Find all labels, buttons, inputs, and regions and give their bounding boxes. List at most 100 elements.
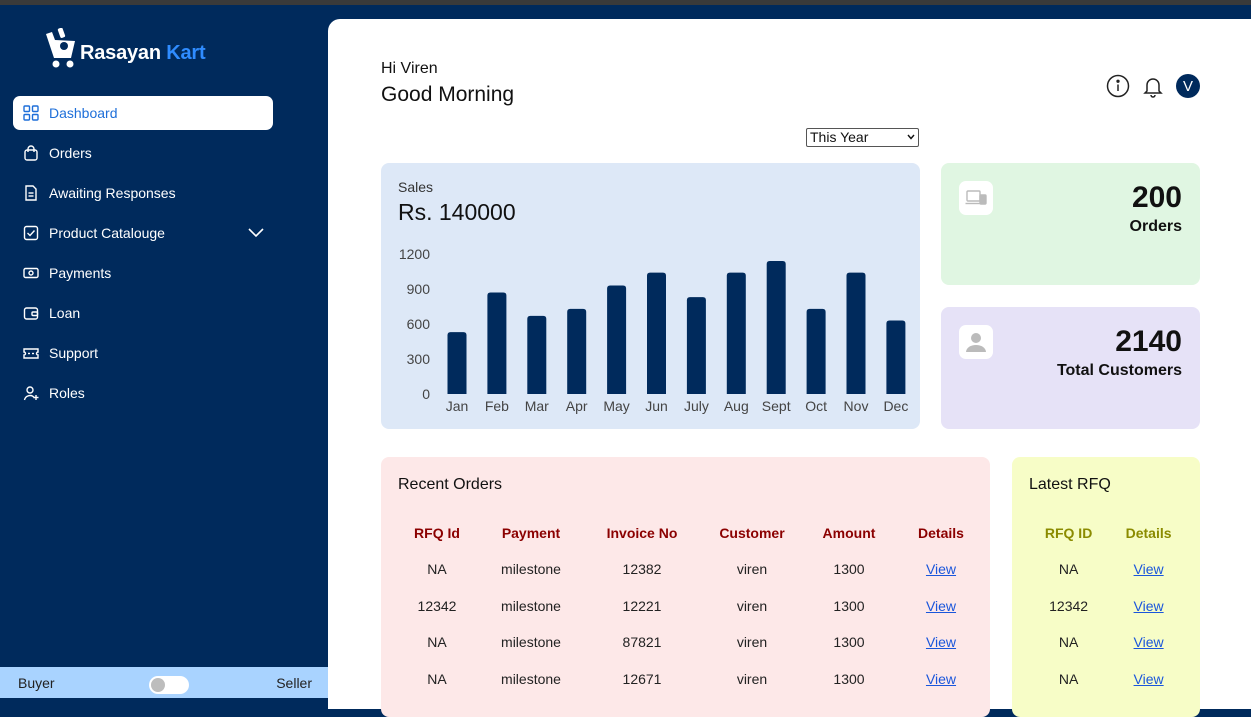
view-link[interactable]: View: [926, 671, 956, 687]
latest-rfq-panel: Latest RFQ RFQ ID Details NA View 12342 View…: [1012, 457, 1200, 717]
money-icon: [22, 264, 40, 282]
bar-feb[interactable]: [487, 292, 507, 395]
customers-label: Total Customers: [1056, 362, 1182, 379]
bar-july[interactable]: [686, 297, 706, 394]
view-link[interactable]: View: [926, 598, 956, 614]
bar-apr[interactable]: [567, 308, 587, 394]
details-cell: View: [1111, 588, 1186, 625]
bar-jan[interactable]: [447, 332, 467, 394]
recent-orders-table: RFQ Id Payment Invoice No Customer Amount Det…: [389, 515, 981, 697]
details-cell: View: [901, 588, 981, 625]
bar-aug[interactable]: [726, 272, 746, 394]
view-link[interactable]: View: [926, 561, 956, 577]
y-tick-label: 600: [407, 316, 431, 332]
bell-icon[interactable]: [1141, 74, 1165, 98]
view-link[interactable]: View: [926, 634, 956, 650]
table-cell: 1300: [833, 670, 865, 687]
bar-jun[interactable]: [647, 272, 666, 394]
sidebar-item-label: Awaiting Responses: [49, 185, 176, 201]
details-cell: View: [901, 551, 981, 588]
sidebar-item-label: Product Catalouge: [49, 225, 165, 241]
period-select[interactable]: This Year: [806, 128, 919, 147]
sidebar-item-label: Loan: [49, 305, 81, 321]
brand-name-part2: Kart: [166, 41, 206, 64]
column-header: Payment: [501, 525, 561, 541]
avatar[interactable]: V: [1176, 74, 1200, 98]
period-select-value: This Year: [810, 129, 869, 145]
orders-stat-card: 200 Orders: [941, 163, 1200, 285]
view-link[interactable]: View: [1134, 598, 1164, 614]
bar-mar[interactable]: [527, 315, 547, 394]
details-cell: View: [1111, 551, 1186, 588]
checkbox-icon: [22, 224, 40, 242]
sidebar-item-support[interactable]: Support: [13, 336, 273, 370]
cart-logo-icon: [46, 28, 75, 68]
bar-oct[interactable]: [806, 308, 826, 394]
brand-name-part1: Rasayan: [80, 41, 161, 64]
table-cell: NA: [1058, 670, 1079, 687]
table-cell: 1300: [833, 634, 865, 651]
chevron-down-icon[interactable]: [247, 224, 265, 242]
sidebar-item-payments[interactable]: Payments: [13, 256, 273, 290]
table-header-row: RFQ Id Payment Invoice No Customer Amount Det…: [389, 515, 981, 551]
bar-may[interactable]: [607, 285, 627, 395]
table-cell: milestone: [501, 561, 561, 578]
sidebar-item-roles[interactable]: Roles: [13, 376, 273, 410]
table-cell: 1300: [833, 561, 865, 578]
customers-count: 2140: [1115, 325, 1182, 358]
view-link[interactable]: View: [1134, 634, 1164, 650]
role-switch-bar: Buyer Seller: [0, 667, 330, 698]
grid-icon: [22, 104, 40, 122]
info-icon[interactable]: [1106, 74, 1130, 98]
table-cell: viren: [736, 670, 768, 687]
x-tick-label: Sept: [762, 398, 791, 414]
column-header: RFQ ID: [1044, 525, 1093, 541]
view-link[interactable]: View: [1134, 561, 1164, 577]
sidebar-item-loan[interactable]: Loan: [13, 296, 273, 330]
bag-icon: [22, 144, 40, 162]
header-actions: V: [1106, 74, 1200, 98]
sidebar-item-orders[interactable]: Orders: [13, 136, 273, 170]
brand-name: Rasayan Kart: [80, 41, 206, 65]
order-row: NA milestone 12671 viren 1300 View: [389, 661, 981, 698]
sidebar-item-label: Payments: [49, 265, 112, 281]
sidebar-item-awaiting-responses[interactable]: Awaiting Responses: [13, 176, 273, 210]
bar-dec[interactable]: [886, 320, 906, 395]
orders-count: 200: [1131, 181, 1182, 214]
order-row: NA milestone 12382 viren 1300 View: [389, 551, 981, 588]
bar-nov[interactable]: [846, 272, 866, 394]
sidebar-item-dashboard[interactable]: Dashboard: [13, 96, 273, 130]
table-cell: NA: [1058, 634, 1079, 651]
table-cell: NA: [427, 634, 447, 651]
x-tick-label: Mar: [525, 398, 549, 414]
column-header: RFQ Id: [414, 525, 460, 541]
table-cell: 12221: [622, 597, 662, 614]
sidebar-nav: Dashboard Orders Awaiting Responses Prod…: [13, 96, 273, 416]
document-icon: [22, 184, 40, 202]
details-cell: View: [1111, 624, 1186, 661]
table-cell: 12342: [1049, 597, 1089, 614]
seller-label: Seller: [276, 675, 312, 691]
sidebar-item-label: Roles: [49, 385, 85, 401]
view-link[interactable]: View: [1134, 671, 1164, 687]
table-cell: 87821: [622, 634, 662, 651]
brand-logo[interactable]: Rasayan Kart: [42, 25, 206, 75]
rfq-row: NA View: [1026, 661, 1186, 698]
toggle-knob: [151, 678, 165, 692]
column-header: Invoice No: [606, 525, 678, 541]
sidebar-item-product-catalouge[interactable]: Product Catalouge: [13, 216, 273, 250]
x-tick-label: May: [603, 398, 629, 414]
x-tick-label: Jun: [645, 398, 668, 414]
buyer-seller-toggle[interactable]: [149, 676, 189, 694]
user-plus-icon: [22, 384, 40, 402]
chevron-down-icon: [907, 134, 915, 140]
y-tick-label: 300: [407, 351, 431, 367]
bar-sept[interactable]: [766, 261, 786, 394]
table-cell: 12671: [622, 670, 662, 687]
table-cell: 12342: [417, 597, 457, 614]
details-cell: View: [1111, 661, 1186, 698]
recent-orders-title: Recent Orders: [398, 476, 503, 493]
x-tick-label: July: [684, 398, 709, 414]
customers-stat-card: 2140 Total Customers: [941, 307, 1200, 429]
column-header: Amount: [822, 525, 876, 541]
